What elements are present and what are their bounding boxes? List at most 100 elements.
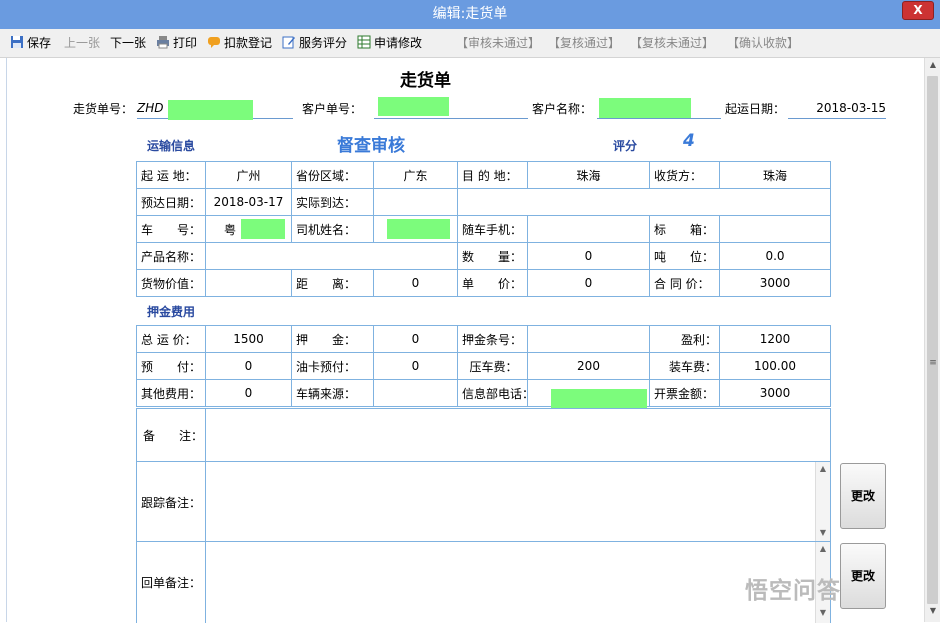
province-field[interactable]: 广东 [373,161,458,189]
scroll-down-icon[interactable]: ▼ [925,606,940,620]
profit-field[interactable]: 1200 [719,325,831,353]
info-dept-phone-label: 信息部电话： [457,379,528,407]
contract-price-label: 合 同 价： [649,269,720,297]
redacted-block [551,389,647,409]
mobile-label: 随车手机： [457,215,528,243]
table-row: 预达日期： 2018-03-17 实际到达： [136,188,831,216]
profit-label: 盈利： [649,325,720,353]
box-label: 标 箱： [649,215,720,243]
receiver-label: 收货方： [649,161,720,189]
confirm-receipt-button[interactable]: 【确认收款】 [727,34,799,52]
unit-price-label: 单 价： [457,269,528,297]
distance-label: 距 离： [291,269,374,297]
mobile-field[interactable] [527,215,650,243]
plate-label: 车 号： [136,215,206,243]
apply-modify-label: 申请修改 [374,36,423,50]
vehicle-source-field[interactable] [373,379,458,407]
empty-cell [457,188,831,216]
edit-form-icon [282,36,295,49]
scroll-up-icon[interactable]: ▲ [925,60,940,74]
redacted-block [241,219,285,239]
scroll-grip-icon: ≡ [929,358,937,368]
actual-arrival-field[interactable] [373,188,458,216]
prepay-label: 预 付： [136,352,206,380]
section-transport-title: 运输信息 [147,139,196,153]
deposit-no-label: 押金条号： [457,325,528,353]
remark-label: 备 注： [143,429,204,443]
distance-field[interactable]: 0 [373,269,458,297]
remark-field[interactable] [206,409,830,462]
tracking-remark-field[interactable] [206,462,814,542]
audit-fail-button[interactable]: 【审核未通过】 [456,34,540,52]
next-button[interactable]: 下一张 [110,34,146,52]
scroll-down-icon[interactable]: ▼ [816,528,830,537]
loading-fee-label: 装车费： [649,352,720,380]
destination-field[interactable]: 珠海 [527,161,650,189]
other-fee-label: 其他费用： [136,379,206,407]
unit-price-field[interactable]: 0 [527,269,650,297]
vehicle-source-label: 车辆来源： [291,379,374,407]
redacted-block [168,100,253,120]
driver-label: 司机姓名： [291,215,374,243]
rating-button[interactable]: 服务评分 [282,34,347,52]
scroll-thumb[interactable] [927,76,938,604]
loading-fee-field[interactable]: 100.00 [719,352,831,380]
print-button[interactable]: 打印 [156,34,197,52]
apply-modify-button[interactable]: 申请修改 [357,34,422,52]
save-button[interactable]: 保存 [10,34,51,52]
prepay-field[interactable]: 0 [205,352,292,380]
redacted-block [387,219,450,239]
tracking-remark-label: 跟踪备注： [141,496,202,510]
scroll-up-icon[interactable]: ▲ [816,464,830,473]
audit-status: 督查审核 [337,136,405,156]
tracking-remark-scrollbar[interactable]: ▲ ▼ [815,462,830,541]
recheck-fail-button[interactable]: 【复核未通过】 [630,34,714,52]
eta-label: 预达日期： [136,188,206,216]
order-no-label: 走货单号： [73,102,134,116]
tonnage-label: 吨 位： [649,242,720,270]
ship-date-field[interactable]: 2018-03-15 [788,98,886,119]
fuel-card-label: 油卡预付： [291,352,374,380]
deposit-no-field[interactable] [527,325,650,353]
contract-price-field[interactable]: 3000 [719,269,831,297]
printer-icon [157,36,169,49]
window-titlebar: 编辑:走货单 X [0,0,940,29]
other-fee-field[interactable]: 0 [205,379,292,407]
scroll-up-icon[interactable]: ▲ [816,544,830,553]
recheck-fail-label: 【复核未通过】 [630,36,715,50]
speech-bubble-icon [208,37,220,48]
order-no-value: ZHD [137,101,164,115]
prev-button[interactable]: 上一张 [64,34,100,52]
quantity-field[interactable]: 0 [527,242,650,270]
receiver-field[interactable]: 珠海 [719,161,831,189]
vertical-scrollbar[interactable]: ▲ ≡ ▼ [924,58,940,622]
invoice-amount-field[interactable]: 3000 [719,379,831,407]
fuel-card-field[interactable]: 0 [373,352,458,380]
next-label: 下一张 [110,36,147,50]
demurrage-field[interactable]: 200 [527,352,650,380]
scroll-down-icon[interactable]: ▼ [816,608,830,617]
return-remark-field[interactable] [206,542,814,623]
redacted-block [599,98,691,118]
province-label: 省份区域： [291,161,374,189]
product-field[interactable] [205,242,458,270]
plate-value: 粤 [224,222,237,237]
total-freight-field[interactable]: 1500 [205,325,292,353]
modify-tracking-button[interactable]: 更改 [840,463,886,529]
close-button[interactable]: X [902,1,934,20]
deduct-button[interactable]: 扣款登记 [207,34,272,52]
recheck-pass-button[interactable]: 【复核通过】 [548,34,620,52]
table-row: 货物价值： 距 离： 0 单 价： 0 合 同 价： 3000 [136,269,831,297]
tonnage-field[interactable]: 0.0 [719,242,831,270]
eta-field[interactable]: 2018-03-17 [205,188,292,216]
goods-value-field[interactable] [205,269,292,297]
window-title: 编辑:走货单 [432,6,508,22]
invoice-amount-label: 开票金额： [649,379,720,407]
deposit-field[interactable]: 0 [373,325,458,353]
toolbar: 保存 上一张 下一张 打印 扣款登记 服务评分 申请修改 【审核未通过】 【复核… [0,29,940,58]
recheck-pass-label: 【复核通过】 [548,36,621,50]
modify-return-button[interactable]: 更改 [840,543,886,609]
floppy-disk-icon [11,36,23,48]
box-field[interactable] [719,215,831,243]
origin-field[interactable]: 广州 [205,161,292,189]
